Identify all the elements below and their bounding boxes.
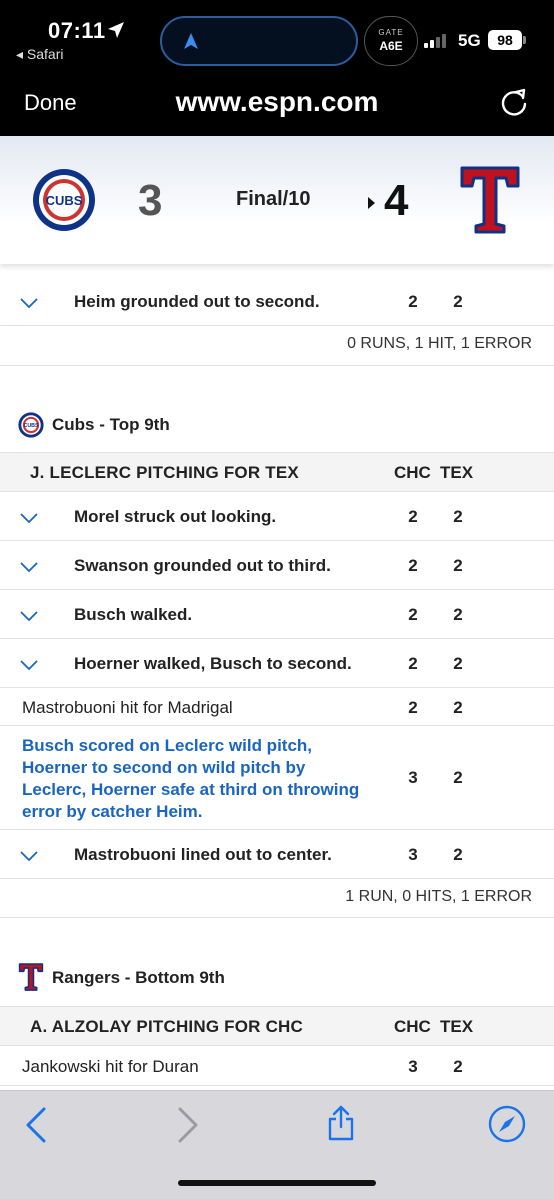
chevron-down-icon[interactable] xyxy=(20,851,38,861)
inning-summary-row: 1 RUN, 0 HITS, 1 ERROR xyxy=(0,879,554,918)
reload-icon[interactable] xyxy=(498,86,530,118)
location-arrow-icon xyxy=(108,22,124,38)
gate-label: GATE xyxy=(378,28,404,37)
play-row[interactable]: Busch walked. 2 2 xyxy=(0,590,554,639)
network-type: 5G xyxy=(458,31,481,50)
away-score-cell: 2 xyxy=(408,605,418,624)
play-row[interactable]: Morel struck out looking. 2 2 xyxy=(0,492,554,541)
home-score-cell: 2 xyxy=(453,556,463,575)
url-bar[interactable]: www.espn.com xyxy=(0,86,554,118)
pitcher-header: J. LECLERC PITCHING FOR TEX xyxy=(30,463,299,482)
away-score-cell: 2 xyxy=(408,654,418,673)
section-title: Rangers - Bottom 9th xyxy=(52,968,225,987)
away-score: 3 xyxy=(138,176,163,225)
inning-summary: 1 RUN, 0 HITS, 1 ERROR xyxy=(345,888,532,905)
home-indicator xyxy=(178,1180,376,1186)
chevron-down-icon[interactable] xyxy=(20,562,38,572)
away-score-cell: 3 xyxy=(408,768,418,787)
chevron-down-icon[interactable] xyxy=(20,513,38,523)
play-row[interactable]: Hoerner walked, Busch to second. 2 2 xyxy=(0,639,554,688)
pitcher-header: A. ALZOLAY PITCHING FOR CHC xyxy=(30,1017,304,1036)
svg-text:CUBS: CUBS xyxy=(24,423,39,429)
play-description: Busch walked. xyxy=(74,605,193,624)
play-row[interactable]: Heim grounded out to second. 2 2 xyxy=(0,278,554,326)
rangers-logo xyxy=(460,166,520,234)
section-header-bottom9: Rangers - Bottom 9th xyxy=(0,958,554,1006)
compass-icon[interactable] xyxy=(488,1105,526,1143)
browser-header: 07:11 ◂ Safari GATE A6E 5G 98 Done www.e… xyxy=(0,0,554,136)
play-description: Hoerner walked, Busch to second. xyxy=(74,654,352,673)
svg-text:CUBS: CUBS xyxy=(46,193,83,208)
away-score-cell: 2 xyxy=(408,698,418,717)
rangers-icon xyxy=(18,963,44,991)
forward-icon[interactable] xyxy=(176,1107,200,1143)
home-score-cell: 2 xyxy=(453,507,463,526)
cubs-logo: CUBS xyxy=(33,169,95,231)
status-time: 07:11 xyxy=(48,18,106,43)
away-score-cell: 2 xyxy=(408,507,418,526)
play-row[interactable]: Swanson grounded out to third. 2 2 xyxy=(0,541,554,590)
signal-icon xyxy=(424,32,452,48)
gate-activity[interactable]: GATE A6E xyxy=(364,16,418,66)
substitution-row: Mastrobuoni hit for Madrigal 2 2 xyxy=(0,688,554,726)
substitution-text: Mastrobuoni hit for Madrigal xyxy=(22,698,233,717)
play-description: Mastrobuoni lined out to center. xyxy=(74,845,332,864)
game-status: Final/10 xyxy=(236,188,311,210)
col-home: TEX xyxy=(440,463,474,482)
home-score-cell: 2 xyxy=(453,845,463,864)
gate-code: A6E xyxy=(379,39,403,53)
chevron-down-icon[interactable] xyxy=(20,298,38,308)
scoring-play-row[interactable]: Busch scored on Leclerc wild pitch, Hoer… xyxy=(0,726,554,830)
battery-icon: 98 xyxy=(488,30,522,50)
winner-arrow-icon xyxy=(368,197,375,209)
play-description: Morel struck out looking. xyxy=(74,507,277,526)
dynamic-island[interactable] xyxy=(160,16,358,66)
game-score-header: CUBS 3 Final/10 4 xyxy=(0,136,554,264)
section-header-top9: CUBS Cubs - Top 9th xyxy=(0,404,554,452)
play-row[interactable]: Mastrobuoni lined out to center. 3 2 xyxy=(0,830,554,879)
play-description: Heim grounded out to second. xyxy=(74,292,320,311)
home-score-cell: 2 xyxy=(453,1057,463,1076)
away-score-cell: 3 xyxy=(408,845,418,864)
pitcher-header-row: J. LECLERC PITCHING FOR TEX CHC TEX xyxy=(0,452,554,492)
pitcher-header-row: A. ALZOLAY PITCHING FOR CHC CHC TEX xyxy=(0,1006,554,1046)
home-score-cell: 2 xyxy=(453,605,463,624)
substitution-text: Jankowski hit for Duran xyxy=(22,1057,199,1076)
substitution-row: Jankowski hit for Duran 3 2 xyxy=(0,1046,554,1086)
scoring-play-text: Busch scored on Leclerc wild pitch, Hoer… xyxy=(22,736,360,821)
navigation-icon xyxy=(184,33,198,49)
inning-summary-row: 0 RUNS, 1 HIT, 1 ERROR xyxy=(0,326,554,366)
home-score-cell: 2 xyxy=(453,768,463,787)
cubs-icon: CUBS xyxy=(18,412,44,438)
away-score-cell: 2 xyxy=(408,292,418,311)
home-score-cell: 2 xyxy=(453,698,463,717)
back-to-app-link[interactable]: ◂ Safari xyxy=(16,46,64,63)
chevron-down-icon[interactable] xyxy=(20,660,38,670)
inning-summary: 0 RUNS, 1 HIT, 1 ERROR xyxy=(347,335,532,352)
chevron-down-icon[interactable] xyxy=(20,611,38,621)
home-score: 4 xyxy=(384,176,409,225)
play-by-play: Heim grounded out to second. 2 2 0 RUNS,… xyxy=(0,264,554,1090)
home-score-cell: 2 xyxy=(453,292,463,311)
away-score-cell: 3 xyxy=(408,1057,418,1076)
share-icon[interactable] xyxy=(326,1105,356,1141)
home-score-cell: 2 xyxy=(453,654,463,673)
away-score-cell: 2 xyxy=(408,556,418,575)
col-away: CHC xyxy=(394,463,431,482)
col-home: TEX xyxy=(440,1017,474,1036)
play-description: Swanson grounded out to third. xyxy=(74,556,331,575)
battery-nub xyxy=(523,36,526,44)
section-title: Cubs - Top 9th xyxy=(52,415,170,434)
col-away: CHC xyxy=(394,1017,431,1036)
back-icon[interactable] xyxy=(24,1107,48,1143)
